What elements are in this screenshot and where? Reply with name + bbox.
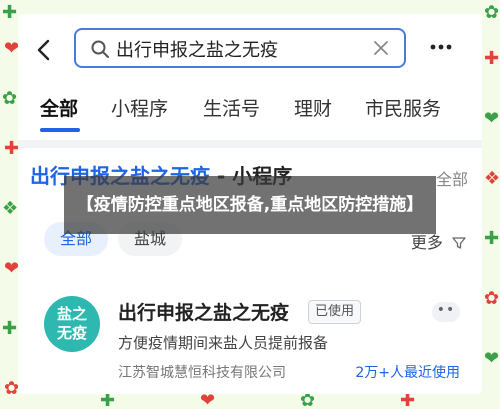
tab-finance[interactable]: 理财 bbox=[294, 94, 332, 121]
tab-life-accounts[interactable]: 生活号 bbox=[203, 94, 260, 121]
search-icon bbox=[91, 40, 109, 58]
more-filters-label: 更多 bbox=[410, 233, 443, 252]
headline-text: 【疫情防控重点地区报备,重点地区防控措施】 bbox=[76, 195, 424, 215]
result-more-button[interactable]: •• bbox=[432, 302, 460, 322]
tab-citizen-services[interactable]: 市民服务 bbox=[365, 94, 441, 121]
category-tabs: 全部 小程序 生活号 理财 市民服务 bbox=[18, 90, 482, 132]
section-all-link[interactable]: 全部 bbox=[436, 166, 468, 190]
app-logo-line2: 无疫 bbox=[56, 324, 87, 342]
search-input[interactable] bbox=[116, 36, 366, 62]
tab-mini-programs[interactable]: 小程序 bbox=[111, 94, 168, 121]
app-description: 方便疫情期间来盐人员提前报备 bbox=[118, 334, 329, 352]
tab-all[interactable]: 全部 bbox=[40, 94, 78, 121]
filter-icon bbox=[452, 237, 466, 249]
app-name[interactable]: 出行申报之盐之无疫 bbox=[118, 298, 289, 325]
app-logo: 盐之 无疫 bbox=[44, 296, 100, 352]
more-icon[interactable] bbox=[430, 42, 452, 52]
used-badge: 已使用 bbox=[308, 300, 362, 324]
search-box[interactable] bbox=[74, 28, 406, 68]
clear-icon[interactable] bbox=[372, 39, 390, 57]
screenshot-frame: ✚ ❤ ✿ ✚ ❖ ❤ ✚ ✿ ✿ ✚ ❤ ❖ ✚ ✿ ❤ ✚ ❤ ✿ ✚ 出行… bbox=[0, 0, 500, 409]
app-logo-line1: 盐之 bbox=[56, 305, 87, 323]
search-header bbox=[18, 24, 482, 74]
app-usage-count: 2万+人最近使用 bbox=[355, 365, 460, 381]
back-icon[interactable] bbox=[32, 38, 56, 62]
result-item[interactable]: 盐之 无疫 出行申报之盐之无疫 已使用 •• 方便疫情期间来盐人员提前报备 江苏… bbox=[18, 282, 482, 394]
headline-banner: 【疫情防控重点地区报备,重点地区防控措施】 bbox=[64, 176, 436, 234]
app-company: 江苏智城慧恒科技有限公司 bbox=[118, 365, 286, 381]
section-divider bbox=[18, 140, 482, 148]
active-tab-indicator bbox=[40, 128, 80, 132]
